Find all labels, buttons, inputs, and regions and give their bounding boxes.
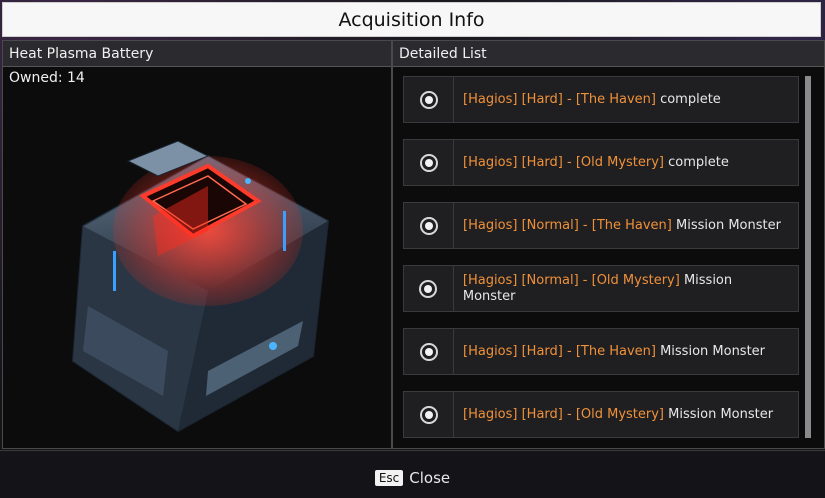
source-label: complete [655, 91, 721, 107]
location-label: [Hagios] [Normal] - [The Haven] [463, 217, 672, 233]
detailed-list-header: Detailed List [393, 41, 824, 67]
acquisition-info-modal: Acquisition Info Heat Plasma Battery Own… [0, 0, 825, 498]
radio-icon[interactable] [404, 140, 454, 185]
radio-ring [419, 216, 438, 235]
acquisition-list-item[interactable]: [Hagios] [Normal] - [The Haven] Mission … [403, 202, 799, 249]
radio-dot [424, 347, 433, 356]
radio-dot [424, 221, 433, 230]
radio-icon[interactable] [404, 266, 454, 311]
radio-ring [419, 90, 438, 109]
detailed-list-panel: Detailed List [Hagios] [Hard] - [The Hav… [392, 40, 825, 449]
plasma-battery-icon [71, 141, 330, 433]
acquisition-list-item[interactable]: [Hagios] [Normal] - [Old Mystery] Missio… [403, 265, 799, 312]
list-scrollbar[interactable] [805, 76, 811, 438]
location-label: [Hagios] [Hard] - [The Haven] [463, 91, 656, 107]
radio-icon[interactable] [404, 203, 454, 248]
radio-ring [419, 279, 438, 298]
location-label: [Hagios] [Hard] - [The Haven] [463, 343, 656, 359]
owned-count: Owned: 14 [9, 70, 85, 86]
radio-dot [424, 95, 433, 104]
item-text: [Hagios] [Hard] - [Old Mystery] complete [454, 155, 739, 171]
item-name: Heat Plasma Battery [3, 41, 391, 67]
esc-key-badge: Esc [374, 470, 404, 486]
source-label: Mission Monster [671, 217, 781, 233]
radio-icon[interactable] [404, 77, 454, 122]
item-text: [Hagios] [Normal] - [Old Mystery] Missio… [454, 273, 798, 305]
source-label: Mission Monster [664, 406, 774, 422]
item-panel: Heat Plasma Battery Owned: 14 [2, 40, 392, 449]
radio-dot [424, 284, 433, 293]
radio-icon[interactable] [404, 329, 454, 374]
divider [0, 450, 825, 451]
source-label: Mission Monster [655, 343, 766, 359]
radio-dot [424, 158, 433, 167]
modal-title: Acquisition Info [338, 8, 485, 31]
radio-ring [419, 405, 438, 424]
radio-icon[interactable] [404, 392, 454, 437]
scrollbar-thumb[interactable] [805, 76, 811, 438]
item-text: [Hagios] [Normal] - [The Haven] Mission … [454, 218, 791, 234]
acquisition-list-item[interactable]: [Hagios] [Hard] - [The Haven] complete [403, 76, 799, 123]
item-text: [Hagios] [Hard] - [Old Mystery] Mission … [454, 407, 783, 423]
item-text: [Hagios] [Hard] - [The Haven] Mission Mo… [454, 344, 775, 360]
location-label: [Hagios] [Normal] - [Old Mystery] [462, 272, 680, 288]
acquisition-list-item[interactable]: [Hagios] [Hard] - [The Haven] Mission Mo… [403, 328, 799, 375]
radio-ring [419, 342, 438, 361]
radio-ring [419, 153, 438, 172]
item-text: [Hagios] [Hard] - [The Haven] complete [454, 92, 731, 108]
location-label: [Hagios] [Hard] - [Old Mystery] [463, 406, 665, 422]
close-label: Close [409, 469, 451, 487]
radio-dot [424, 410, 433, 419]
acquisition-list-item[interactable]: [Hagios] [Hard] - [Old Mystery] complete [403, 139, 799, 186]
modal-title-bar: Acquisition Info [2, 2, 821, 37]
acquisition-list-item[interactable]: [Hagios] [Hard] - [Old Mystery] Mission … [403, 391, 799, 438]
source-label: complete [664, 154, 729, 170]
close-button[interactable]: Esc Close [0, 466, 825, 490]
location-label: [Hagios] [Hard] - [Old Mystery] [463, 154, 665, 170]
